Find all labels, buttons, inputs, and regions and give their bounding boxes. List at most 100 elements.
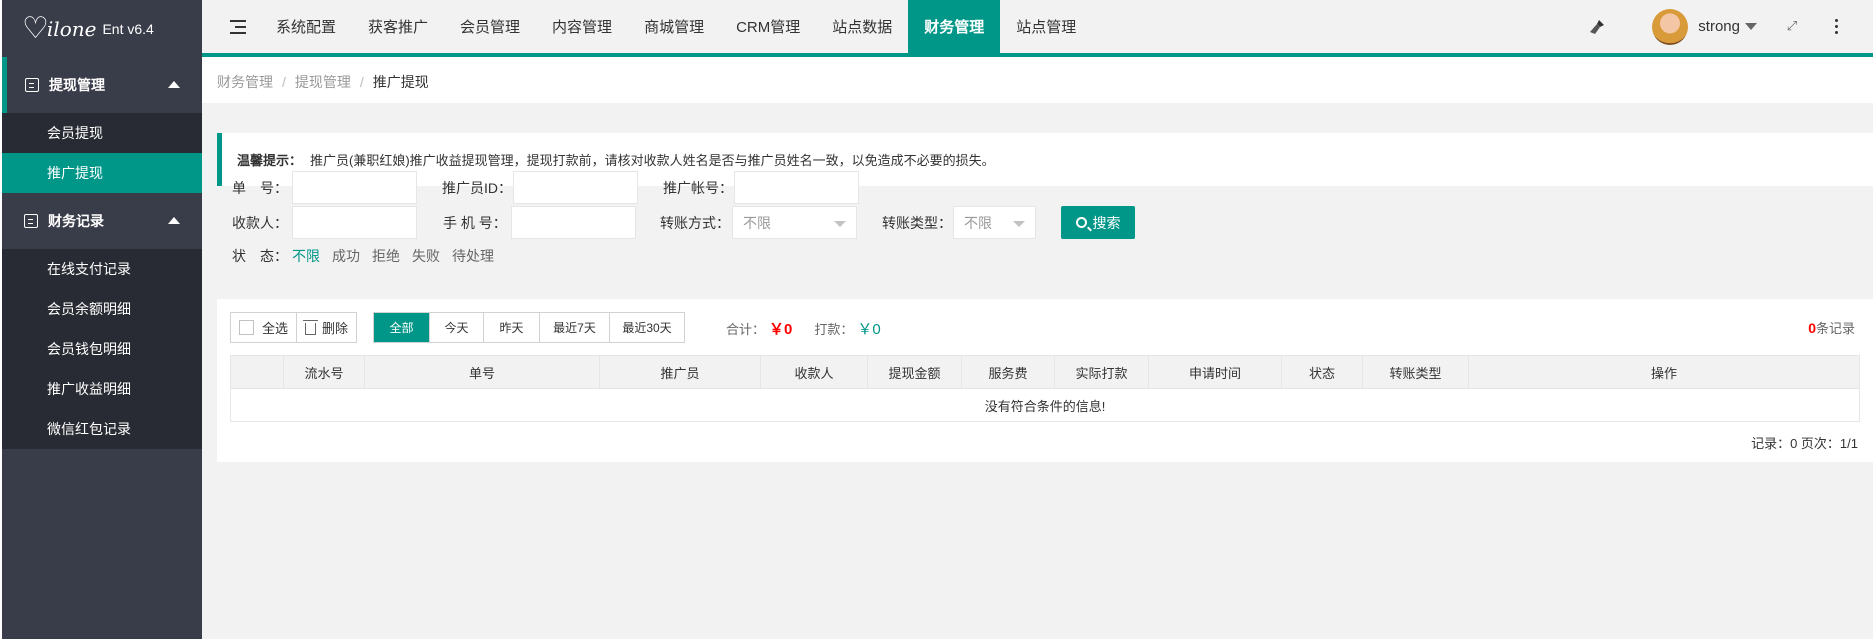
chevron-down-icon[interactable]	[1745, 23, 1757, 30]
total-value: ￥0	[769, 321, 793, 338]
sidebar-item-online-pay[interactable]: 在线支付记录	[2, 249, 202, 289]
menu-head-label: 提现管理	[49, 77, 105, 93]
submenu-withdraw: 会员提现 推广提现	[2, 113, 202, 193]
order-no-input[interactable]	[292, 171, 417, 204]
breadcrumb-item[interactable]: 财务管理	[217, 72, 273, 92]
delete-button[interactable]: 删除	[296, 313, 356, 342]
logo[interactable]: ♡ ilone Ent v6.4	[2, 0, 202, 57]
order-no-label: 单 号：	[232, 179, 288, 196]
col-transfer-type: 转账类型	[1362, 355, 1469, 389]
app-root: ♡ ilone Ent v6.4 提现管理 会员提现 推广提现 财务记录 在线支…	[0, 0, 1873, 639]
sidebar: ♡ ilone Ent v6.4 提现管理 会员提现 推广提现 财务记录 在线支…	[2, 0, 202, 639]
menu-head-finance[interactable]: 财务记录	[2, 193, 202, 249]
topbar: 系统配置 获客推广 会员管理 内容管理 商城管理 CRM管理 站点数据 财务管理…	[202, 0, 1873, 57]
period-today[interactable]: 今天	[429, 313, 483, 342]
transfer-type-select[interactable]: 不限	[953, 206, 1036, 239]
sidebar-item-balance[interactable]: 会员余额明细	[2, 289, 202, 329]
transfer-method-select[interactable]: 不限	[732, 206, 857, 239]
status-label: 状 态：	[232, 248, 288, 264]
col-order-no: 单号	[364, 355, 600, 389]
payee-label: 收款人：	[232, 214, 288, 231]
finance-icon	[24, 214, 38, 228]
paid-value: ￥0	[857, 321, 881, 338]
breadcrumb-current: 推广提现	[372, 74, 429, 90]
status-option-rejected[interactable]: 拒绝	[372, 246, 400, 266]
status-option-all[interactable]: 不限	[292, 246, 320, 266]
search-icon	[1075, 217, 1087, 228]
period-tabs: 全部 今天 昨天 最近7天 最近30天	[373, 312, 685, 343]
nav-site-data[interactable]: 站点数据	[816, 0, 908, 53]
menu-head-withdraw[interactable]: 提现管理	[2, 57, 202, 113]
transfer-method-value: 不限	[743, 214, 771, 231]
col-serial: 流水号	[283, 355, 365, 389]
transfer-type-label: 转账类型：	[882, 214, 952, 231]
nav-member[interactable]: 会员管理	[444, 0, 536, 53]
breadcrumb-item[interactable]: 提现管理	[295, 72, 351, 92]
nav-acquire[interactable]: 获客推广	[352, 0, 444, 53]
transfer-method-label: 转账方式：	[660, 214, 730, 231]
status-option-failed[interactable]: 失败	[412, 246, 440, 266]
more-icon[interactable]	[1835, 19, 1839, 34]
col-actual-paid: 实际打款	[1054, 355, 1149, 389]
top-nav: 系统配置 获客推广 会员管理 内容管理 商城管理 CRM管理 站点数据 财务管理…	[260, 0, 1092, 53]
records-card: 全选 删除 全部 今天 昨天 最近7天 最近30天 合计： ￥0 打款： ￥0	[217, 299, 1873, 462]
period-30days[interactable]: 最近30天	[609, 313, 684, 342]
col-checkbox	[230, 355, 284, 389]
sidebar-item-wallet[interactable]: 会员钱包明细	[2, 329, 202, 369]
user-name[interactable]: strong	[1698, 18, 1740, 35]
promoter-account-label: 推广帐号：	[663, 179, 733, 196]
transfer-type-value: 不限	[964, 214, 992, 231]
logo-script: ilone	[46, 16, 97, 41]
search-button[interactable]: 搜索	[1061, 206, 1135, 239]
table-header-row: 流水号 单号 推广员 收款人 提现金额 服务费 实际打款 申请时间 状态 转账类…	[230, 355, 1860, 389]
menu-fold-icon[interactable]	[230, 20, 246, 34]
promoter-id-label: 推广员ID：	[442, 179, 512, 196]
nav-crm[interactable]: CRM管理	[720, 0, 816, 53]
submenu-finance: 在线支付记录 会员余额明细 会员钱包明细 推广收益明细 微信红包记录	[2, 249, 202, 449]
record-count-num: 0	[1808, 320, 1816, 336]
menu-head-label: 财务记录	[48, 213, 104, 229]
col-status: 状态	[1281, 355, 1363, 389]
sidebar-item-promo-income[interactable]: 推广收益明细	[2, 369, 202, 409]
col-actions: 操作	[1468, 355, 1860, 389]
promoter-account-input[interactable]	[734, 171, 859, 204]
nav-system[interactable]: 系统配置	[260, 0, 352, 53]
promoter-id-input[interactable]	[513, 171, 638, 204]
nav-finance[interactable]: 财务管理	[908, 0, 1001, 53]
nav-site-manage[interactable]: 站点管理	[1000, 0, 1092, 53]
record-count: 0条记录	[1808, 318, 1855, 337]
nav-content[interactable]: 内容管理	[536, 0, 628, 53]
chevron-down-icon	[834, 221, 846, 227]
sidebar-item-promo-withdraw[interactable]: 推广提现	[2, 153, 202, 193]
select-all-checkbox[interactable]	[239, 320, 254, 335]
period-yesterday[interactable]: 昨天	[483, 313, 539, 342]
total-label: 合计：	[726, 322, 766, 337]
status-option-pending[interactable]: 待处理	[452, 246, 494, 266]
table-row: 没有符合条件的信息!	[230, 388, 1860, 422]
select-all-button[interactable]: 全选	[231, 313, 296, 342]
main-content: 温馨提示： 推广员(兼职红娘)推广收益提现管理，提现打款前，请核对收款人姓名是否…	[202, 103, 1873, 639]
breadcrumb-sep: /	[282, 74, 286, 90]
status-option-success[interactable]: 成功	[332, 246, 360, 266]
clear-cache-icon[interactable]	[1588, 18, 1606, 36]
phone-input[interactable]	[511, 206, 636, 239]
breadcrumb: 财务管理 / 提现管理 / 推广提现	[202, 61, 1873, 103]
sidebar-item-wechat-redpack[interactable]: 微信红包记录	[2, 409, 202, 449]
filter-row-1: 单 号： 推广员ID： 推广帐号：	[232, 171, 859, 204]
paid-label: 打款：	[814, 322, 854, 337]
nav-mall[interactable]: 商城管理	[628, 0, 720, 53]
col-promoter: 推广员	[599, 355, 761, 389]
caret-up-icon	[168, 217, 180, 224]
period-7days[interactable]: 最近7天	[539, 313, 609, 342]
tip-title: 温馨提示：	[237, 153, 303, 168]
fullscreen-icon[interactable]: ⤢	[1785, 19, 1799, 34]
period-all[interactable]: 全部	[374, 313, 429, 342]
payee-input[interactable]	[292, 206, 417, 239]
caret-up-icon	[168, 81, 180, 88]
status-row: 状 态： 不限 成功 拒绝 失败 待处理	[232, 246, 506, 266]
sidebar-item-member-withdraw[interactable]: 会员提现	[2, 113, 202, 153]
avatar[interactable]	[1652, 8, 1689, 45]
col-fee: 服务费	[961, 355, 1055, 389]
chevron-down-icon	[1013, 221, 1025, 227]
col-apply-time: 申请时间	[1148, 355, 1282, 389]
